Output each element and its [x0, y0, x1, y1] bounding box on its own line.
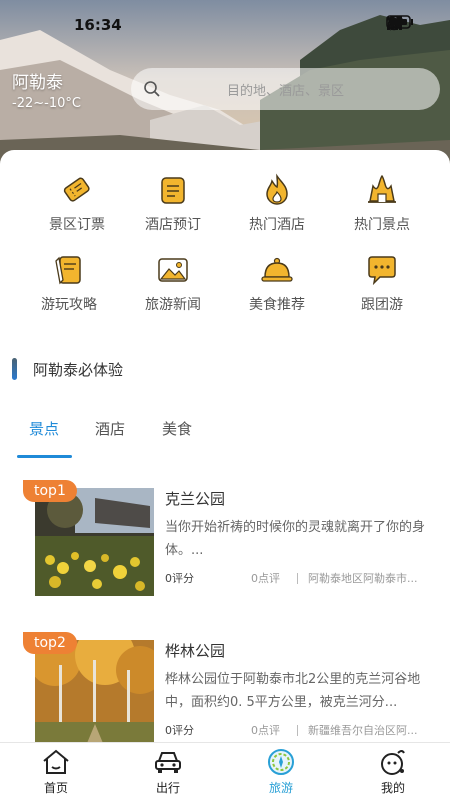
- meta-divider: [297, 724, 298, 736]
- hero-banner: 16:34 阿勒泰 -22~-10°C 目的地、酒店、景区: [0, 0, 450, 175]
- profile-icon: [378, 747, 408, 777]
- rank-badge: top2: [23, 632, 77, 654]
- category-food-recommend[interactable]: 美食推荐: [221, 252, 333, 314]
- car-icon: [153, 747, 183, 777]
- item-meta: 0评分 0点评 阿勒泰地区阿勒泰市...: [165, 570, 427, 586]
- category-hot-hotels[interactable]: 热门酒店: [221, 172, 333, 234]
- list-item[interactable]: top1 克兰公园 当你开始祈祷的时候你的灵魂就离开了你的身体。... 0评分 …: [0, 480, 450, 610]
- nav-home[interactable]: 首页: [0, 747, 112, 796]
- food-cloche-icon: [259, 252, 295, 288]
- nav-travel[interactable]: 出行: [112, 747, 224, 796]
- bottom-navigation: 首页 出行 旅游 我的: [0, 742, 450, 800]
- nav-label: 我的: [380, 781, 405, 795]
- category-label: 酒店预订: [145, 217, 201, 233]
- item-location: 阿勒泰地区阿勒泰市...: [308, 572, 418, 585]
- search-placeholder: 目的地、酒店、景区: [226, 83, 344, 99]
- landmark-icon: [364, 172, 400, 208]
- item-meta: 0评分 0点评 新疆维吾尔自治区阿...: [165, 722, 427, 738]
- nav-profile[interactable]: 我的: [337, 747, 449, 796]
- item-score: 0评分: [165, 572, 194, 585]
- city-name[interactable]: 阿勒泰: [12, 68, 63, 93]
- category-label: 美食推荐: [249, 297, 305, 313]
- item-review-count: 0点评: [251, 572, 280, 585]
- status-time: 16:34: [74, 16, 122, 34]
- item-thumbnail: [35, 640, 154, 748]
- category-travel-news[interactable]: 旅游新闻: [117, 252, 229, 314]
- item-title: 桦林公园: [165, 642, 226, 660]
- tab-hotels[interactable]: 酒店: [95, 418, 125, 439]
- category-hotel-booking[interactable]: 酒店预订: [117, 172, 229, 234]
- temperature-range: -22~-10°C: [12, 96, 81, 111]
- item-review-count: 0点评: [251, 724, 280, 737]
- nav-label: 首页: [43, 781, 68, 795]
- nav-label: 出行: [155, 781, 180, 795]
- item-location: 新疆维吾尔自治区阿...: [308, 724, 418, 737]
- ticket-icon: [59, 172, 95, 208]
- item-thumbnail: [35, 488, 154, 596]
- section-title: 阿勒泰必体验: [33, 360, 124, 379]
- item-description: 桦林公园位于阿勒泰市北2公里的克兰河谷地中，面积约0. 5平方公里，被克兰河分.…: [165, 672, 421, 710]
- category-label: 旅游新闻: [145, 297, 201, 313]
- guide-notes-icon: [51, 252, 87, 288]
- status-bar: 16:34: [0, 0, 450, 50]
- tab-active-indicator: [17, 455, 72, 458]
- item-score: 0评分: [165, 724, 194, 737]
- news-photo-icon: [155, 252, 191, 288]
- item-description: 当你开始祈祷的时候你的灵魂就离开了你的身体。...: [165, 520, 426, 558]
- meta-divider: [297, 572, 298, 584]
- tab-food[interactable]: 美食: [162, 418, 192, 439]
- category-group-tour[interactable]: 跟团游: [326, 252, 438, 314]
- search-input[interactable]: 目的地、酒店、景区: [131, 68, 440, 110]
- section-header: 阿勒泰必体验: [12, 358, 123, 380]
- hotel-booking-icon: [155, 172, 191, 208]
- category-label: 热门景点: [354, 217, 410, 233]
- rank-badge: top1: [23, 480, 77, 502]
- compass-icon: [266, 747, 296, 777]
- item-title: 克兰公园: [165, 490, 226, 508]
- category-tabs: 景点 酒店 美食: [0, 418, 450, 460]
- category-travel-guide[interactable]: 游玩攻略: [13, 252, 125, 314]
- category-label: 热门酒店: [249, 217, 305, 233]
- tab-attractions[interactable]: 景点: [29, 418, 59, 439]
- content-card: 景区订票 酒店预订 热门酒店 热门景点 游玩攻略 旅游新闻 美食推荐 跟团游 阿…: [0, 150, 450, 750]
- category-hot-attractions[interactable]: 热门景点: [326, 172, 438, 234]
- category-label: 跟团游: [361, 297, 403, 313]
- group-chat-icon: [364, 252, 400, 288]
- category-label: 游玩攻略: [41, 297, 97, 313]
- nav-label: 旅游: [268, 781, 293, 795]
- nav-tourism[interactable]: 旅游: [225, 747, 337, 796]
- flame-icon: [259, 172, 295, 208]
- home-icon: [41, 747, 71, 777]
- section-accent-bar: [12, 358, 17, 380]
